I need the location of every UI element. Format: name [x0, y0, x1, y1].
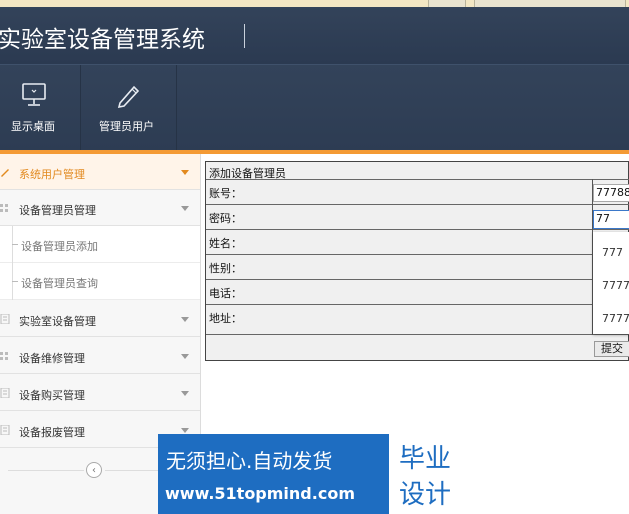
- chevron-down-icon: [181, 428, 189, 433]
- field-label: 电话：: [209, 287, 242, 300]
- chevron-down-icon: [181, 206, 189, 211]
- field-label: 地址：: [209, 312, 242, 325]
- form-title: 添加设备管理员: [209, 167, 286, 180]
- admin-user-button[interactable]: 管理员用户: [81, 65, 177, 151]
- sidebar-item-label: 系统用户管理: [19, 168, 85, 181]
- watermark-url: www.51topmind.com: [165, 484, 355, 503]
- watermark-badge: 毕业 设计: [389, 434, 471, 514]
- autocomplete-option[interactable]: 7777: [602, 312, 629, 325]
- monitor-icon: [22, 83, 46, 106]
- sidebar-subitem-add-admin[interactable]: 设备管理员添加: [0, 226, 200, 263]
- sidebar-item-equipment-admins[interactable]: 设备管理员管理: [0, 190, 200, 226]
- submit-button[interactable]: 提交: [594, 341, 629, 357]
- app-title: 实验室设备管理系统: [0, 27, 205, 53]
- sidebar-item-repair[interactable]: 设备维修管理: [0, 338, 200, 374]
- collapse-sidebar-button[interactable]: ‹: [86, 462, 102, 478]
- watermark-badge-line2: 设计: [399, 480, 452, 510]
- watermark-banner: 无须担心.自动发货 www.51topmind.com 毕业 设计: [158, 434, 471, 514]
- text-cursor: [244, 24, 245, 48]
- tree-branch: [12, 281, 18, 282]
- document-icon: [0, 388, 10, 398]
- add-admin-form: 添加设备管理员 账号： 密码： 姓名： 性别： 电话： 地址：: [205, 161, 629, 361]
- sidebar-subitem-label: 设备管理员添加: [21, 240, 98, 253]
- chevron-down-icon: [181, 354, 189, 359]
- form-row-address: 地址：: [206, 305, 629, 335]
- field-label: 姓名：: [209, 237, 242, 250]
- sidebar-item-label: 设备购买管理: [19, 389, 85, 402]
- account-input[interactable]: 777888: [593, 184, 629, 202]
- sidebar-item-label: 实验室设备管理: [19, 315, 96, 328]
- password-input[interactable]: 77: [593, 210, 629, 229]
- app-header: 实验室设备管理系统: [0, 7, 629, 64]
- sidebar-item-label: 设备维修管理: [19, 352, 85, 365]
- admin-user-label: 管理员用户: [99, 120, 154, 133]
- autocomplete-option[interactable]: 7777: [602, 279, 629, 292]
- browser-top-strip: [0, 0, 629, 8]
- document-icon: [0, 425, 10, 435]
- field-label: 密码：: [209, 212, 242, 225]
- autocomplete-dropdown: 777 7777 7777: [593, 232, 629, 334]
- document-icon: [0, 314, 10, 324]
- toolbar: 显示桌面 管理员用户: [0, 64, 629, 151]
- grid-icon: [0, 352, 8, 360]
- field-label: 账号：: [209, 187, 242, 200]
- form-row-phone: 电话：: [206, 280, 629, 305]
- sidebar-item-label: 设备报废管理: [19, 426, 85, 439]
- form-title-row: 添加设备管理员: [206, 162, 629, 180]
- autocomplete-option[interactable]: 777: [602, 246, 623, 259]
- sidebar-subitem-label: 设备管理员查询: [21, 277, 98, 290]
- show-desktop-label: 显示桌面: [11, 120, 55, 133]
- sidebar-item-system-users[interactable]: 系统用户管理: [0, 154, 200, 190]
- tree-branch: [12, 244, 18, 245]
- divider: [8, 470, 84, 471]
- show-desktop-button[interactable]: 显示桌面: [0, 65, 81, 151]
- sidebar-item-lab-equipment[interactable]: 实验室设备管理: [0, 301, 200, 337]
- pencil-icon: [117, 85, 140, 109]
- form-row-account: 账号：: [206, 180, 629, 205]
- field-label: 性别：: [209, 262, 242, 275]
- sidebar-item-label: 设备管理员管理: [19, 204, 96, 217]
- form-row-password: 密码：: [206, 205, 629, 230]
- grid-icon: [0, 204, 8, 212]
- form-row-name: 姓名：: [206, 230, 629, 255]
- sidebar-item-purchase[interactable]: 设备购买管理: [0, 375, 200, 411]
- watermark-badge-line1: 毕业: [399, 444, 452, 474]
- pencil-icon: [1, 169, 9, 177]
- chevron-down-icon: [181, 317, 189, 322]
- chevron-down-icon: [181, 391, 189, 396]
- chevron-down-icon: [181, 170, 189, 175]
- form-row-gender: 性别：: [206, 255, 629, 280]
- watermark-slogan: 无须担心.自动发货: [166, 449, 333, 473]
- sidebar-subitem-query-admin[interactable]: 设备管理员查询: [0, 263, 200, 300]
